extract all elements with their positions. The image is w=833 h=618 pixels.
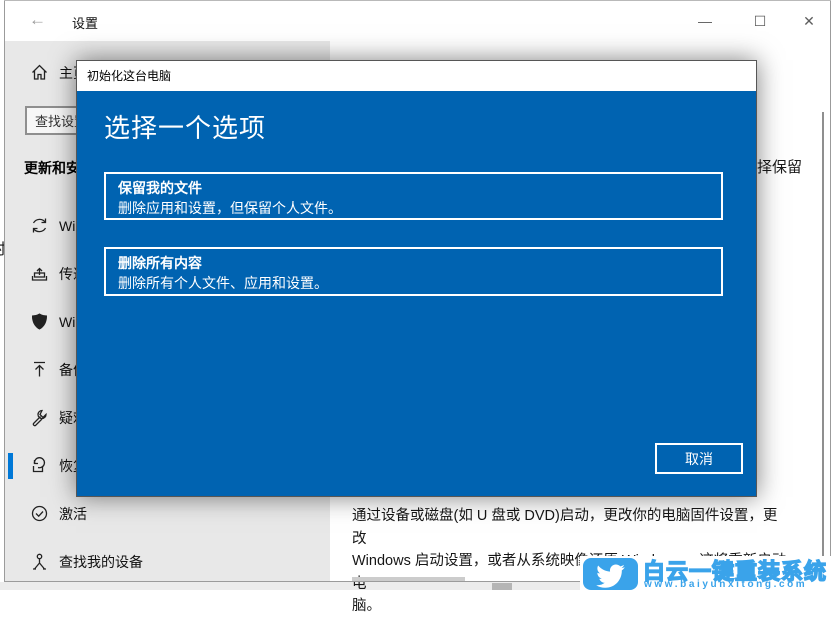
selected-item-indicator (8, 453, 13, 479)
vertical-scrollbar[interactable] (822, 112, 824, 572)
option-description: 删除应用和设置，但保留个人文件。 (118, 198, 709, 218)
dialog-heading: 选择一个选项 (104, 108, 266, 145)
cancel-button[interactable]: 取消 (655, 443, 743, 474)
bottom-strip-fragment (492, 583, 512, 590)
option-title: 保留我的文件 (118, 178, 709, 198)
advanced-startup-line: 通过设备或磁盘(如 U 盘或 DVD)启动，更改你的电脑固件设置，更改 (352, 505, 790, 550)
back-icon[interactable]: ← (29, 10, 46, 30)
advanced-startup-line: 脑。 (352, 595, 790, 618)
dialog-body: 选择一个选项 保留我的文件 删除应用和设置，但保留个人文件。 删除所有内容 删除… (77, 91, 756, 496)
delivery-optimization-icon (30, 264, 50, 284)
watermark-url: www.baiyunxitong.com (644, 579, 807, 590)
titlebar: ← 设置 — ☐ ✕ (5, 1, 830, 41)
twitter-bird-icon (583, 558, 638, 590)
wrench-icon (30, 408, 50, 428)
backup-icon (30, 360, 50, 380)
dialog-title: 初始化这台电脑 (87, 61, 171, 91)
recovery-icon (30, 456, 50, 476)
sidebar-item-find-my-device[interactable]: 查找我的设备 (5, 544, 330, 580)
dialog-titlebar: 初始化这台电脑 (77, 61, 756, 91)
close-button[interactable]: ✕ (794, 10, 824, 32)
option-title: 删除所有内容 (118, 253, 709, 273)
option-description: 删除所有个人文件、应用和设置。 (118, 273, 709, 293)
option-keep-my-files[interactable]: 保留我的文件 删除应用和设置，但保留个人文件。 (104, 172, 723, 220)
minimize-button[interactable]: — (690, 10, 720, 32)
watermark: 白云一键重装系统 www.baiyunxitong.com (580, 556, 833, 590)
shield-icon (30, 312, 50, 332)
window-border-right (830, 0, 831, 582)
home-icon (30, 63, 50, 83)
option-remove-everything[interactable]: 删除所有内容 删除所有个人文件、应用和设置。 (104, 247, 723, 296)
sidebar-item-activation[interactable]: 激活 (5, 496, 330, 532)
window-border-left (4, 0, 5, 582)
clipped-background-text-right: 择保留 (757, 156, 802, 177)
reset-pc-dialog: 初始化这台电脑 选择一个选项 保留我的文件 删除应用和设置，但保留个人文件。 删… (76, 60, 757, 497)
maximize-button[interactable]: ☐ (745, 10, 775, 32)
activation-icon (30, 504, 50, 524)
app-title: 设置 (72, 13, 98, 32)
sidebar-item-label: 激活 (59, 496, 87, 532)
window-border-top (4, 0, 831, 1)
sync-icon (30, 216, 50, 236)
sidebar-item-label: 查找我的设备 (59, 544, 143, 580)
find-device-icon (30, 552, 50, 572)
